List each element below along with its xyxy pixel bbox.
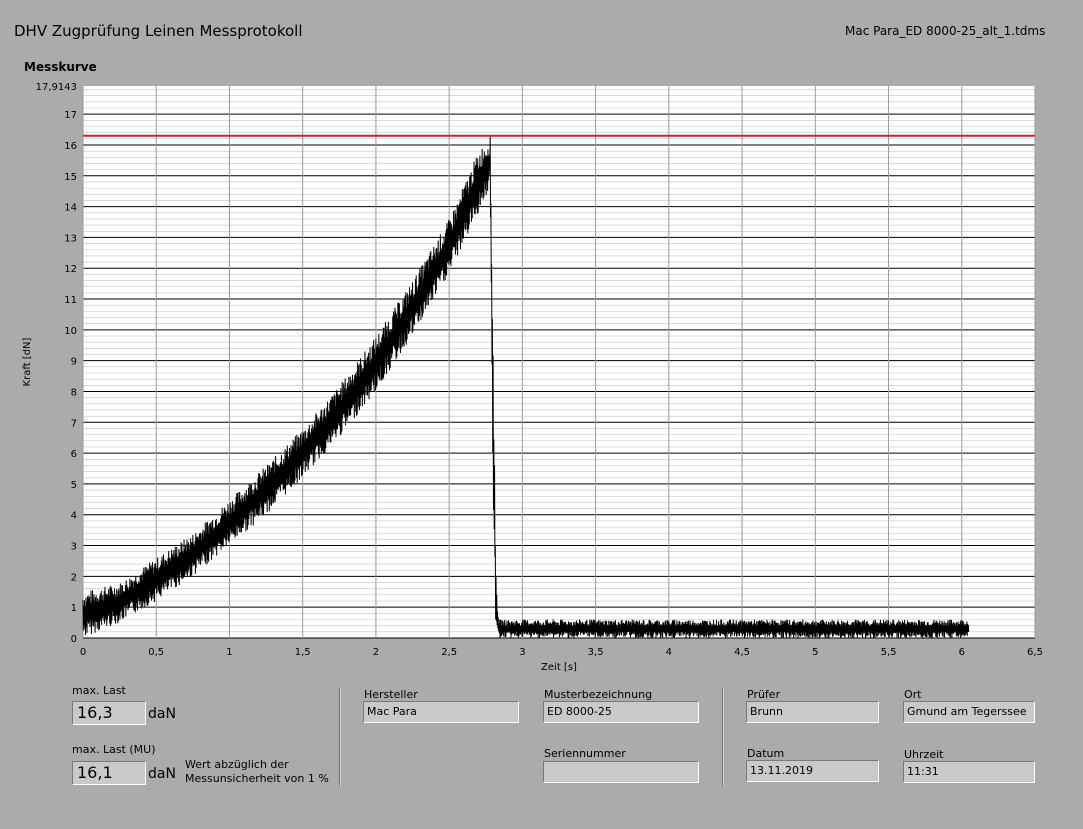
x-tick-label: 5 (812, 647, 818, 658)
serial-label: Seriennummer (544, 747, 626, 760)
x-axis-label: Zeit [s] (541, 662, 577, 673)
max-load-mu-unit: daN (148, 766, 176, 782)
y-tick-label: 8 (71, 387, 77, 398)
y-max-label: 17,9143 (36, 82, 77, 93)
x-tick-label: 2 (373, 647, 379, 658)
max-load-value: 16,3 (72, 701, 146, 725)
model-label: Musterbezeichnung (544, 688, 653, 701)
date-field[interactable]: 13.11.2019 (746, 760, 879, 782)
mu-note-line1: Wert abzüglich der (185, 758, 289, 771)
y-tick-label: 7 (71, 418, 77, 429)
location-field[interactable]: Gmund am Tegerssee (903, 701, 1035, 723)
y-tick-label: 15 (64, 172, 77, 183)
y-tick-label: 0 (71, 634, 77, 645)
x-tick-label: 3 (519, 647, 525, 658)
x-tick-label: 5,5 (881, 647, 897, 658)
examiner-field[interactable]: Brunn (746, 701, 879, 723)
time-field[interactable]: 11:31 (903, 761, 1035, 783)
model-field[interactable]: ED 8000-25 (543, 701, 699, 723)
x-tick-label: 1 (226, 647, 232, 658)
manufacturer-label: Hersteller (364, 688, 418, 701)
y-tick-label: 2 (71, 572, 77, 583)
plot-area (83, 86, 1035, 638)
max-load-unit: daN (148, 706, 176, 722)
examiner-label: Prüfer (747, 688, 781, 701)
y-tick-label: 14 (64, 203, 77, 214)
divider-left (339, 688, 341, 786)
y-tick-label: 4 (71, 511, 77, 522)
mu-note-line2: Messunsicherheit von 1 % (185, 772, 329, 785)
max-load-label: max. Last (72, 684, 126, 697)
serial-field[interactable] (543, 761, 699, 783)
y-tick-label: 6 (71, 449, 77, 460)
x-tick-label: 2,5 (441, 647, 457, 658)
manufacturer-field[interactable]: Mac Para (363, 701, 519, 723)
x-tick-label: 6 (959, 647, 965, 658)
y-axis-label: Kraft [dN] (22, 337, 33, 386)
measurement-chart: 0123456789101112131415161717,91430 0,5 1 1,… (22, 82, 1043, 673)
x-tick-label: 4 (666, 647, 672, 658)
max-load-mu-label: max. Last (MU) (72, 743, 156, 756)
date-label: Datum (747, 747, 785, 760)
y-tick-label: 3 (71, 542, 77, 553)
y-tick-label: 10 (64, 326, 77, 337)
y-tick-label: 12 (64, 264, 77, 275)
y-tick-label: 13 (64, 233, 77, 244)
x-tick-label: 3,5 (588, 647, 604, 658)
max-load-mu-value: 16,1 (72, 761, 146, 785)
location-label: Ort (904, 688, 922, 701)
y-tick-label: 11 (64, 295, 77, 306)
x-tick-label: 0 (80, 647, 86, 658)
x-tick-label: 0,5 (148, 647, 164, 658)
y-tick-label: 9 (71, 357, 77, 368)
y-tick-label: 5 (71, 480, 77, 491)
y-tick-label: 16 (64, 141, 77, 152)
x-tick-label: 1,5 (295, 647, 311, 658)
divider-right (722, 688, 724, 786)
x-tick-label: 4,5 (734, 647, 750, 658)
y-tick-label: 17 (64, 110, 77, 121)
y-tick-label: 1 (71, 603, 77, 614)
x-tick-label: 6,5 (1027, 647, 1043, 658)
time-label: Uhrzeit (904, 748, 944, 761)
